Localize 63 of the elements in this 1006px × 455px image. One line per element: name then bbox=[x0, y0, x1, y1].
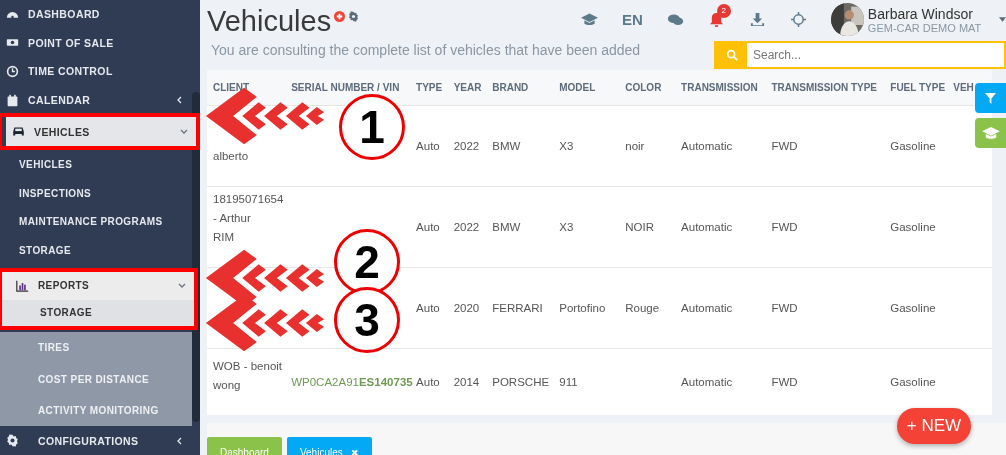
table-cell: 2014 bbox=[453, 376, 480, 388]
table-cell: FWD bbox=[771, 302, 798, 314]
sidebar-subitem[interactable]: REPORTS bbox=[2, 271, 194, 300]
table-cell: Automatic bbox=[681, 221, 733, 233]
column-header[interactable]: MODEL bbox=[559, 82, 596, 93]
sidebar-item[interactable]: CONFIGURATIONS bbox=[0, 426, 192, 455]
page-title: Vehicules bbox=[207, 5, 332, 38]
client-link[interactable]: RIM bbox=[213, 228, 235, 247]
sidebar-item[interactable]: VEHICLES bbox=[6, 117, 196, 147]
table-cell: BMW bbox=[492, 140, 521, 152]
table-cell: X3 bbox=[559, 140, 574, 152]
table-cell: FWD bbox=[771, 376, 798, 388]
client-link[interactable]: 18195071654 bbox=[213, 190, 284, 209]
table-cell: Auto bbox=[416, 376, 440, 388]
table-cell: Automatic bbox=[681, 376, 733, 388]
table-cell: Gasoline bbox=[890, 376, 936, 388]
sidebar-subitem[interactable]: INSPECTIONS bbox=[0, 178, 192, 208]
column-header[interactable]: COLOR bbox=[625, 82, 662, 93]
sidebar-subitem[interactable]: STORAGE bbox=[0, 236, 192, 265]
notification-badge: 2 bbox=[716, 4, 731, 18]
client-link[interactable]: - Arthur bbox=[213, 209, 251, 228]
column-header[interactable]: CLIENT bbox=[213, 82, 250, 93]
table-cell: FWD bbox=[771, 221, 798, 233]
client-link[interactable]: WOB - benoit bbox=[213, 357, 283, 376]
client-link[interactable]: alberto bbox=[213, 147, 249, 166]
table-cell: Portofino bbox=[559, 302, 606, 314]
language-selector[interactable]: EN bbox=[622, 11, 643, 28]
table-cell: Rouge bbox=[625, 302, 660, 314]
table-cell: Gasoline bbox=[890, 221, 936, 233]
sidebar-item[interactable]: DASHBOARD bbox=[0, 0, 192, 29]
table-cell: Gasoline bbox=[890, 302, 936, 314]
sidebar-subitem[interactable]: STORAGE bbox=[2, 299, 194, 326]
table-cell: Auto bbox=[416, 302, 440, 314]
table-cell: 2020 bbox=[453, 302, 480, 314]
page-subtitle: You are consulting the complete list of vehicles that have been added bbox=[211, 42, 641, 58]
table-cell: Gasoline bbox=[890, 140, 936, 152]
user-name: Barbara Windsor bbox=[867, 5, 974, 22]
table-cell: BMW bbox=[492, 221, 521, 233]
sidebar-item[interactable]: TIME CONTROL bbox=[0, 57, 192, 86]
search-bar[interactable]: Search... bbox=[714, 41, 1006, 69]
table-cell: X3 bbox=[559, 221, 574, 233]
sidebar-subitem[interactable]: VEHICLES bbox=[0, 150, 192, 179]
sidebar-subitem[interactable]: MAINTENANCE PROGRAMS bbox=[0, 207, 192, 237]
vin-link[interactable]: WP0CA2A91ES140735 bbox=[291, 376, 413, 388]
table-cell: Automatic bbox=[681, 140, 733, 152]
table-cell: FWD bbox=[771, 140, 798, 152]
table-cell: Auto bbox=[416, 140, 440, 152]
table-cell: FERRARI bbox=[492, 302, 543, 314]
column-header[interactable]: VEH bbox=[953, 82, 974, 93]
sidebar-item[interactable]: POINT OF SALE bbox=[0, 28, 192, 58]
client-link[interactable]: wong bbox=[213, 376, 241, 395]
table-cell: noir bbox=[625, 140, 645, 152]
table-cell: 911 bbox=[559, 376, 578, 388]
column-header[interactable]: BRAND bbox=[492, 82, 529, 93]
table-cell: Automatic bbox=[681, 302, 733, 314]
sidebar-item[interactable]: CALENDAR bbox=[0, 85, 192, 115]
table-cell: 2022 bbox=[453, 140, 480, 152]
new-button[interactable]: + NEW bbox=[897, 408, 971, 444]
company-name: GEM-CAR DEMO MAT bbox=[867, 21, 982, 34]
table-cell: PORSCHE bbox=[492, 376, 550, 388]
table-cell: Auto bbox=[416, 221, 440, 233]
table-cell: NOIR bbox=[625, 221, 654, 233]
table-cell: 2022 bbox=[453, 221, 480, 233]
